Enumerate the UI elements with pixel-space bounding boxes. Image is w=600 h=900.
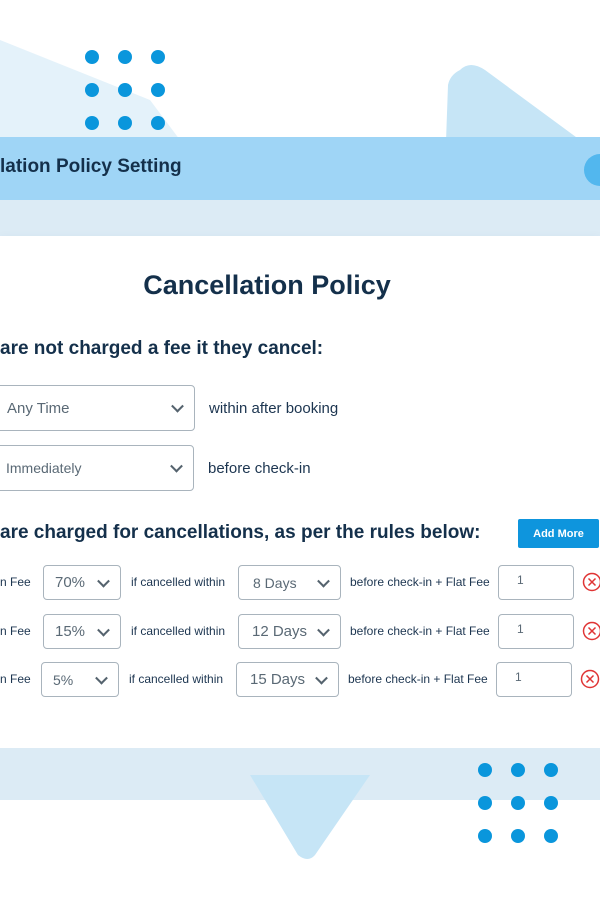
flat-fee-label: before check-in + Flat Fee [350,575,490,589]
chevron-down-icon [97,574,110,588]
delete-icon[interactable] [580,669,600,689]
chevron-down-icon [317,574,330,588]
charged-cancellation-heading: are charged for cancellations, as per th… [0,522,481,543]
delete-icon[interactable] [582,621,600,641]
free-cancellation-heading: are not charged a fee it they cancel: [0,338,324,359]
days-select[interactable]: 8 Days [238,565,341,600]
fee-label: n Fee [0,672,31,686]
fee-label: n Fee [0,624,31,638]
within-label: if cancelled within [131,624,226,638]
page-title: lation Policy Setting [0,156,182,177]
chevron-down-icon [171,399,184,413]
free-period-label: within after booking [209,400,339,417]
flat-fee-input[interactable]: 1 [496,662,572,697]
decorative-dots [478,763,558,843]
delete-icon[interactable] [582,572,600,592]
flat-fee-input[interactable]: 1 [498,565,574,600]
toolbar-strip [0,200,600,236]
within-label: if cancelled within [129,672,224,686]
flat-fee-label: before check-in + Flat Fee [350,624,490,638]
within-label: if cancelled within [131,575,226,589]
flat-fee-input[interactable]: 1 [498,614,574,649]
days-select[interactable]: 12 Days [238,614,341,649]
fee-label: n Fee [0,575,31,589]
background-triangle [250,775,370,859]
fee-percent-select[interactable]: 5% [41,662,119,697]
free-period-select[interactable]: Any Time [0,385,195,431]
card-title: Cancellation Policy [143,270,391,300]
chevron-down-icon [95,671,108,685]
fee-percent-select[interactable]: 15% [43,614,121,649]
chevron-down-icon [170,459,183,473]
free-timing-select[interactable]: Immediately [0,445,194,491]
flat-fee-label: before check-in + Flat Fee [348,672,488,686]
free-timing-label: before check-in [208,460,311,477]
chevron-down-icon [317,623,330,637]
decorative-dots [85,50,165,130]
days-select[interactable]: 15 Days [236,662,339,697]
chevron-down-icon [97,623,110,637]
add-more-button[interactable]: Add More [518,519,599,548]
fee-percent-select[interactable]: 70% [43,565,121,600]
chevron-down-icon [315,671,328,685]
